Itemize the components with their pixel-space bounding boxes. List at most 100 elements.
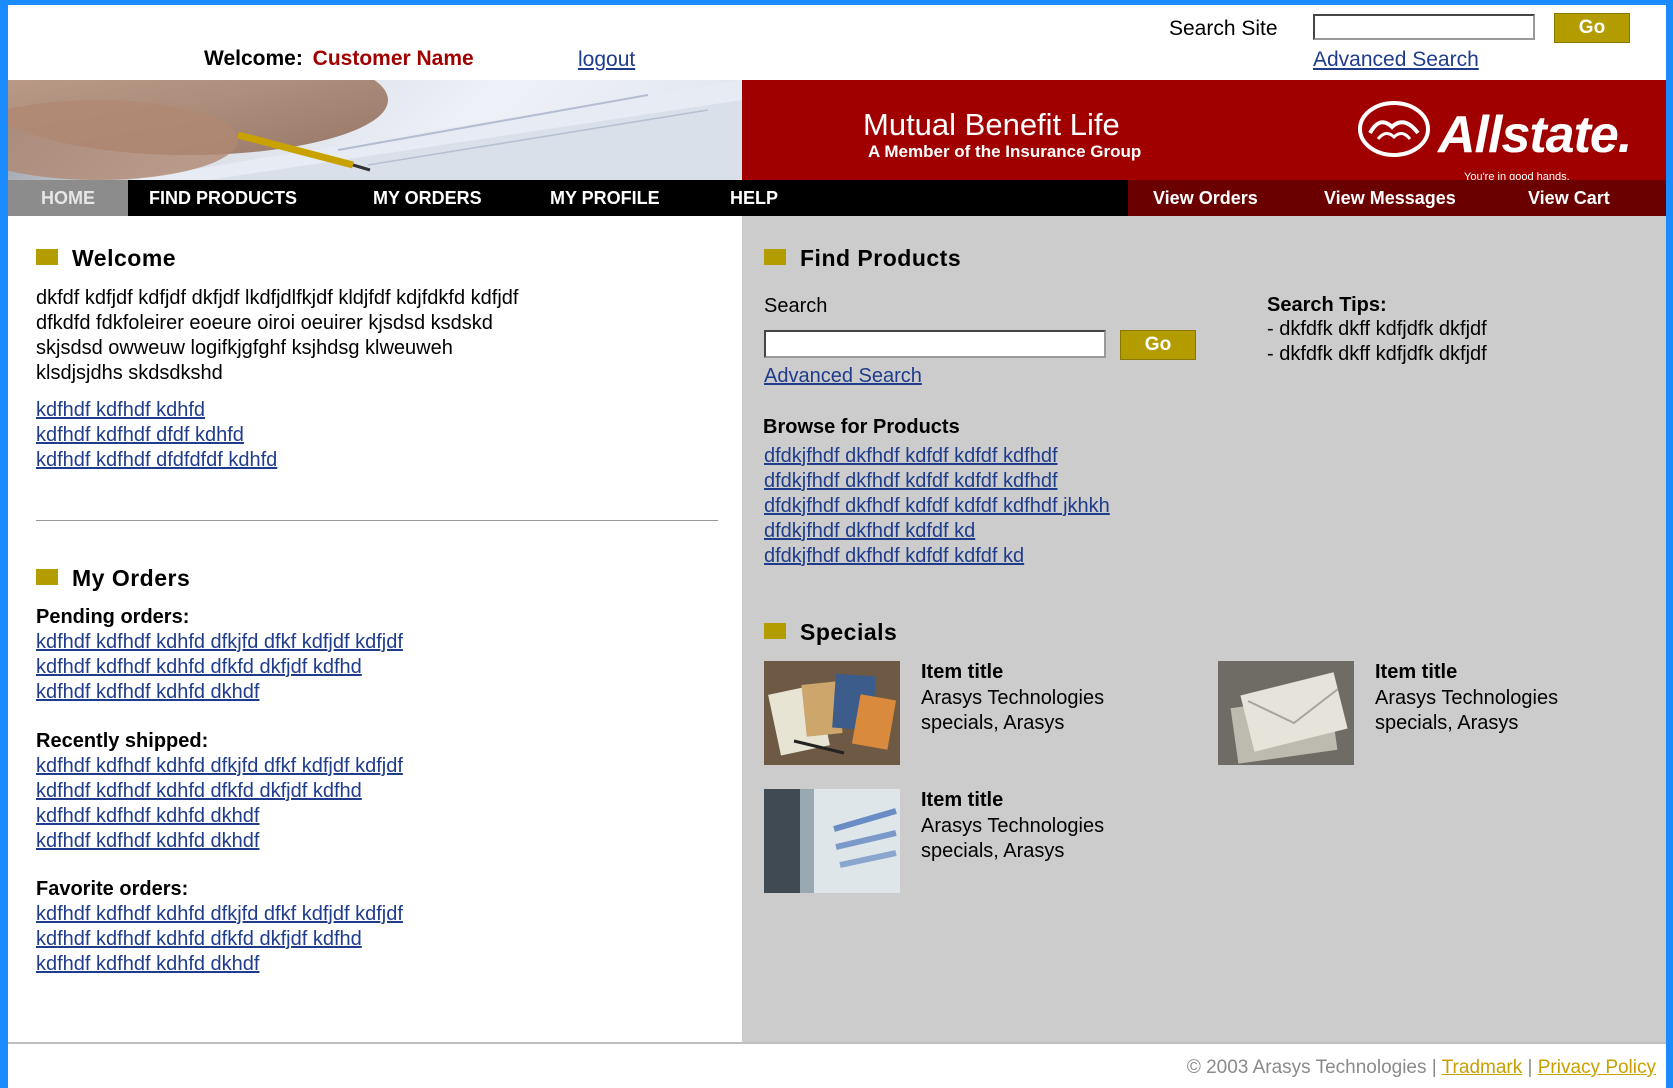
product-search-label: Search <box>764 295 828 317</box>
special-item-title[interactable]: Item title <box>921 661 1003 684</box>
nav-help[interactable]: HELP <box>730 180 778 216</box>
logout-link[interactable]: logout <box>578 48 635 72</box>
welcome-body-line: klsdjsjdhs skdsdkshd <box>36 362 223 384</box>
envelopes-image <box>1218 661 1354 765</box>
banner: Mutual Benefit Life A Member of the Insu… <box>8 80 1666 183</box>
search-tip: - dkfdfk dkff kdfjdfk dkfjdf <box>1267 318 1487 340</box>
welcome-body-line: dfkdfd fdkfoleirer eoeure oiroi oeuirer … <box>36 312 493 334</box>
nav-find-products[interactable]: FIND PRODUCTS <box>149 180 297 216</box>
order-link[interactable]: kdfhdf kdfhdf kdhfd dkhdf <box>36 952 403 977</box>
brand-subtitle: A Member of the Insurance Group <box>868 142 1142 161</box>
product-search-input[interactable] <box>764 330 1106 358</box>
find-products-heading: Find Products <box>764 245 961 272</box>
search-tip: - dkfdfk dkff kdfjdfk dkfjdf <box>1267 343 1487 365</box>
browse-products-list: dfdkjfhdf dkfhdf kdfdf kdfdf kdfhdf dfdk… <box>764 444 1110 569</box>
order-link[interactable]: kdfhdf kdfhdf kdhfd dkhdf <box>36 680 403 705</box>
nav-my-profile[interactable]: MY PROFILE <box>550 180 660 216</box>
footer-divider <box>8 1042 1666 1044</box>
special-item-title[interactable]: Item title <box>1375 661 1457 684</box>
welcome-link[interactable]: kdfhdf kdfhdf dfdfdfdf kdhfd <box>36 448 277 473</box>
nav-view-cart[interactable]: View Cart <box>1528 180 1610 216</box>
nav-view-messages[interactable]: View Messages <box>1324 180 1456 216</box>
left-column: Welcome dkfdf kdfjdf kdfjdf dkfjdf lkdfj… <box>8 216 742 1042</box>
footer-separator: | <box>1527 1057 1533 1078</box>
order-link[interactable]: kdfhdf kdfhdf kdhfd dfkfd dkfjdf kdfhd <box>36 779 403 804</box>
welcome-link[interactable]: kdfhdf kdfhdf dfdf kdhfd <box>36 423 277 448</box>
envelopes-photo[interactable] <box>1218 661 1354 765</box>
browse-link[interactable]: dfdkjfhdf dkfhdf kdfdf kdfdf kd <box>764 544 1110 569</box>
good-hands-icon <box>1358 101 1430 157</box>
nav-view-orders[interactable]: View Orders <box>1153 180 1258 216</box>
order-link[interactable]: kdfhdf kdfhdf kdhfd dfkfd dkfjdf kdfhd <box>36 927 403 952</box>
footer: © 2003 Arasys Technologies | Tradmark | … <box>1187 1057 1656 1079</box>
find-products-heading-text: Find Products <box>800 245 962 271</box>
pending-orders-label: Pending orders: <box>36 606 190 628</box>
recently-shipped-label: Recently shipped: <box>36 730 209 752</box>
search-tips-label: Search Tips: <box>1267 294 1387 316</box>
specials-heading: Specials <box>764 619 897 646</box>
main-nav: HOME FIND PRODUCTS MY ORDERS MY PROFILE … <box>8 180 1666 216</box>
allstate-logo: Allstate. You're in good hands. <box>1356 99 1632 183</box>
order-link[interactable]: kdfhdf kdfhdf kdhfd dfkjfd dfkf kdfjdf k… <box>36 630 403 655</box>
order-link[interactable]: kdfhdf kdfhdf kdhfd dkhdf <box>36 804 403 829</box>
browse-link[interactable]: dfdkjfhdf dkfhdf kdfdf kdfdf kdfhdf jkhk… <box>764 494 1110 519</box>
section-bullet-icon <box>764 249 786 265</box>
search-site-label: Search Site <box>1169 17 1278 40</box>
order-link[interactable]: kdfhdf kdfhdf kdhfd dfkjfd dfkf kdfjdf k… <box>36 754 403 779</box>
privacy-policy-link[interactable]: Privacy Policy <box>1538 1057 1656 1078</box>
check-signing-photo <box>8 80 742 180</box>
order-link[interactable]: kdfhdf kdfhdf kdhfd dfkfd dkfjdf kdfhd <box>36 655 403 680</box>
nav-home[interactable]: HOME <box>8 180 128 216</box>
special-item-desc: Arasys Technologies specials, Arasys <box>921 815 1105 862</box>
special-item-title[interactable]: Item title <box>921 789 1003 812</box>
page: Welcome: Customer Name logout Search Sit… <box>8 5 1666 1088</box>
brochures-image <box>764 661 900 765</box>
welcome-body: dkfdf kdfjdf kdfjdf dkfjdf lkdfjdlfkjdf … <box>36 286 518 386</box>
retirement-account-image <box>764 789 900 893</box>
special-item-desc: Arasys Technologies specials, Arasys <box>921 687 1105 734</box>
browse-link[interactable]: dfdkjfhdf dkfhdf kdfdf kdfdf kdfhdf <box>764 469 1110 494</box>
header-advanced-search-link[interactable]: Advanced Search <box>1313 48 1479 72</box>
welcome-label: Welcome: <box>204 47 303 70</box>
my-orders-heading-text: My Orders <box>72 565 191 591</box>
order-link[interactable]: kdfhdf kdfhdf kdhfd dfkjfd dfkf kdfjdf k… <box>36 902 403 927</box>
section-divider <box>36 520 718 521</box>
section-bullet-icon <box>764 623 786 639</box>
welcome-body-line: skjsdsd owweuw logifkjgfghf ksjhdsg klwe… <box>36 337 453 359</box>
welcome-link[interactable]: kdfhdf kdfhdf kdhfd <box>36 398 277 423</box>
favorite-orders-label: Favorite orders: <box>36 878 189 900</box>
brochures-photo[interactable] <box>764 661 900 765</box>
retirement-account-photo[interactable] <box>764 789 900 893</box>
site-search-input[interactable] <box>1313 14 1535 40</box>
check-photo-art <box>8 80 742 180</box>
nav-my-orders[interactable]: MY ORDERS <box>373 180 482 216</box>
welcome-heading: Welcome <box>36 245 176 272</box>
specials-heading-text: Specials <box>800 619 898 645</box>
trademark-link[interactable]: Tradmark <box>1442 1057 1523 1078</box>
section-bullet-icon <box>36 569 58 585</box>
product-search-go-button[interactable]: Go <box>1120 330 1196 360</box>
copyright-text: © 2003 Arasys Technologies | <box>1186 1057 1437 1078</box>
find-advanced-search: Advanced Search <box>764 364 922 389</box>
allstate-wordmark: Allstate. <box>1438 106 1632 164</box>
recently-shipped-list: kdfhdf kdfhdf kdhfd dfkjfd dfkf kdfjdf k… <box>36 754 403 854</box>
special-item-desc: Arasys Technologies specials, Arasys <box>1375 687 1559 734</box>
right-column: Find Products Search Go Advanced Search … <box>742 216 1666 1042</box>
brand-title: Mutual Benefit Life <box>863 107 1120 142</box>
site-search-go-button[interactable]: Go <box>1554 13 1630 43</box>
order-link[interactable]: kdfhdf kdfhdf kdhfd dkhdf <box>36 829 403 854</box>
welcome-greeting: Welcome: Customer Name <box>204 47 474 71</box>
customer-name: Customer Name <box>312 47 474 70</box>
search-tips-list: - dkfdfk dkff kdfjdfk dkfjdf - dkfdfk dk… <box>1267 317 1487 367</box>
pending-orders-list: kdfhdf kdfhdf kdhfd dfkjfd dfkf kdfjdf k… <box>36 630 403 705</box>
section-bullet-icon <box>36 249 58 265</box>
favorite-orders-list: kdfhdf kdfhdf kdhfd dfkjfd dfkf kdfjdf k… <box>36 902 403 977</box>
top-bar: Welcome: Customer Name logout Search Sit… <box>8 5 1666 80</box>
browse-link[interactable]: dfdkjfhdf dkfhdf kdfdf kd <box>764 519 1110 544</box>
my-orders-heading: My Orders <box>36 565 190 592</box>
browse-link[interactable]: dfdkjfhdf dkfhdf kdfdf kdfdf kdfhdf <box>764 444 1110 469</box>
welcome-links: kdfhdf kdfhdf kdhfd kdfhdf kdfhdf dfdf k… <box>36 398 277 473</box>
welcome-body-line: dkfdf kdfjdf kdfjdf dkfjdf lkdfjdlfkjdf … <box>36 287 519 309</box>
welcome-heading-text: Welcome <box>72 245 177 271</box>
find-advanced-search-link[interactable]: Advanced Search <box>764 364 922 389</box>
